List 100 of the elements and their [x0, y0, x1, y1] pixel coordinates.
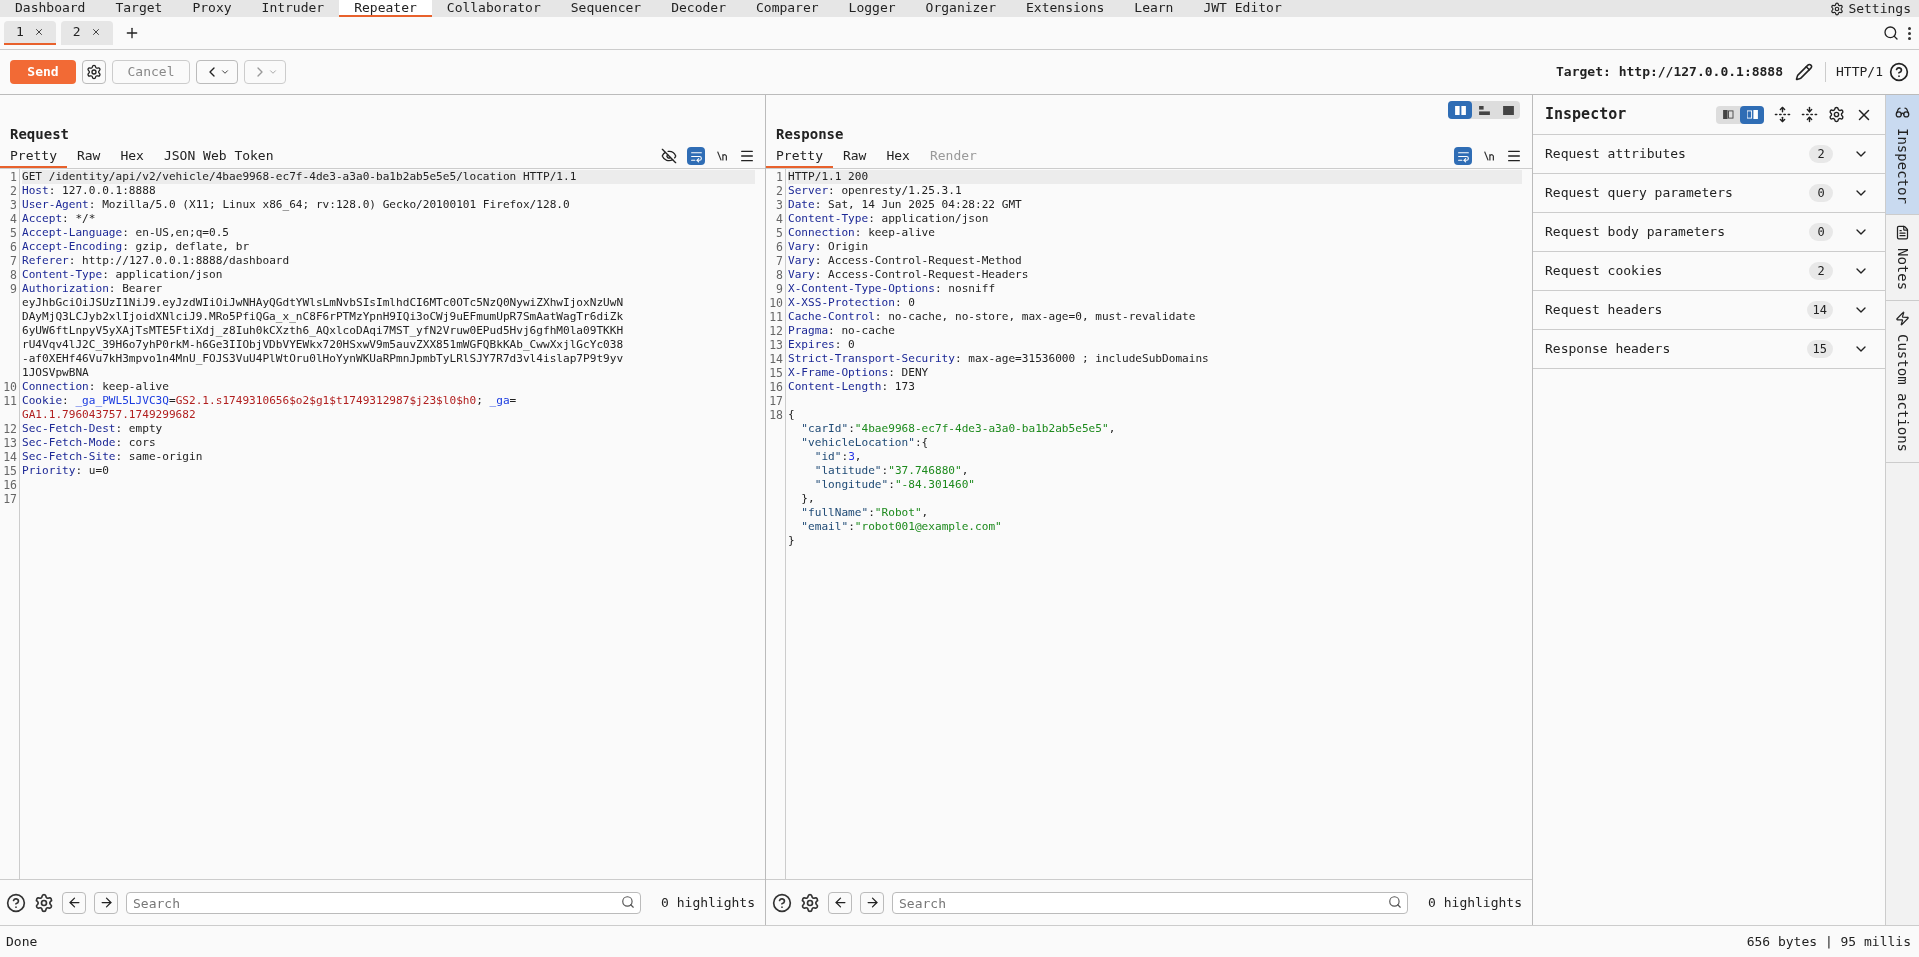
layout-icon	[1478, 105, 1490, 115]
view-tab[interactable]: Raw	[832, 146, 877, 168]
settings-button[interactable]: Settings	[1822, 0, 1919, 17]
settings-icon[interactable]	[800, 892, 820, 913]
cancel-button[interactable]: Cancel	[112, 60, 190, 84]
search-field[interactable]: Search	[126, 892, 641, 914]
view-tab[interactable]: Pretty	[0, 146, 67, 168]
view-tab[interactable]: Raw	[66, 146, 111, 168]
menu-icon[interactable]	[1506, 148, 1522, 164]
help-icon[interactable]	[772, 892, 792, 913]
help-icon[interactable]	[6, 892, 26, 913]
back-button[interactable]	[62, 891, 86, 914]
line-number: 3	[10, 198, 17, 212]
panel-icon	[1722, 110, 1734, 119]
forward-button[interactable]	[860, 891, 884, 914]
close-icon[interactable]	[33, 27, 44, 37]
code-line: "id":3,	[813, 450, 863, 464]
wrap-toggle[interactable]	[1454, 147, 1472, 165]
menu-tab[interactable]: Collaborator	[431, 0, 556, 17]
code-line: Content-Type: application/json	[788, 212, 990, 226]
view-tab[interactable]: JSON Web Token	[153, 146, 284, 168]
line-number: 17	[3, 492, 17, 506]
edit-icon[interactable]	[1795, 63, 1814, 81]
code-line: Accept: */*	[22, 212, 97, 226]
menu-tab[interactable]: Learn	[1119, 0, 1189, 17]
menu-tab[interactable]: Repeater	[339, 0, 432, 17]
code-line: -af0XEHf46Vu7kH3mpvo1n4MnU_FOJS3VuU4PlWtOru0lHoYynWKUaRPmnJpmbTyLRlSJY7R7d3vl4islap7P9t9yv	[22, 352, 625, 366]
menu-icon[interactable]	[739, 148, 755, 164]
back-button[interactable]	[828, 891, 852, 914]
menu-tab[interactable]: Organizer	[910, 0, 1012, 17]
menu-tab[interactable]: Decoder	[656, 0, 741, 17]
view-tab[interactable]: Hex	[110, 146, 154, 168]
search-field[interactable]: Search	[892, 892, 1408, 914]
code-line: Strict-Transport-Security: max-age=31536000 ; includeSubDomains	[788, 352, 1210, 366]
search-icon[interactable]	[1883, 25, 1899, 41]
protocol-label[interactable]: HTTP/1	[1825, 62, 1883, 82]
menu-tab[interactable]: Dashboard	[0, 0, 101, 17]
inspector-section[interactable]: Request query parameters 0	[1533, 174, 1885, 213]
view-tab[interactable]: Pretty	[766, 146, 833, 168]
line-number: 4	[776, 212, 783, 226]
line-number: 13	[3, 436, 17, 450]
caret-icon	[220, 67, 230, 77]
menu-tab[interactable]: Logger	[833, 0, 911, 17]
settings-button[interactable]	[82, 60, 106, 84]
menu-tab[interactable]: Proxy	[177, 0, 247, 17]
line-number: 18	[769, 408, 783, 422]
side-tab-label: Inspector	[1894, 128, 1912, 204]
session-tab[interactable]: 2	[60, 21, 113, 45]
menu-tab[interactable]: Extensions	[1011, 0, 1120, 17]
code-line: Cache-Control: no-cache, no-store, max-age=0, must-revalidate	[788, 310, 1197, 324]
document-icon	[1895, 224, 1910, 240]
menu-tab[interactable]: Sequencer	[555, 0, 657, 17]
glasses-icon	[1895, 105, 1910, 120]
line-number: 6	[776, 240, 783, 254]
code-line: "carId":"4bae9968-ec7f-4de3-a3a0-ba1b2ab5e5e5",	[800, 422, 1117, 436]
code-line: "email":"robot001@example.com"	[800, 520, 1003, 534]
code-line: X-Frame-Options: DENY	[788, 366, 930, 380]
forward-button[interactable]	[94, 891, 118, 914]
line-number: 15	[769, 366, 783, 380]
code-line: Host: 127.0.0.1:8888	[22, 184, 157, 198]
line-number: 8	[776, 268, 783, 282]
code-line: Sec-Fetch-Dest: empty	[22, 422, 164, 436]
code-line: GA1.1.796043757.1749299682	[22, 408, 197, 422]
session-tab[interactable]: 1	[4, 21, 56, 45]
inspector-section[interactable]: Request headers 14	[1533, 291, 1885, 330]
side-tab-label: Notes	[1894, 247, 1912, 290]
settings-icon[interactable]	[1828, 106, 1845, 123]
collapse-icon[interactable]	[1801, 106, 1818, 123]
expand-icon[interactable]	[1774, 106, 1791, 123]
line-number: 7	[776, 254, 783, 268]
code-line: User-Agent: Mozilla/5.0 (X11; Linux x86_64; rv:128.0) Gecko/20100101 Firefox/128.0	[22, 198, 571, 212]
tab-label: 2	[72, 23, 81, 42]
settings-icon[interactable]	[34, 892, 54, 913]
help-icon[interactable]	[1889, 62, 1909, 82]
menu-tab[interactable]: Comparer	[741, 0, 834, 17]
code-line: }	[788, 534, 796, 548]
hide-icon[interactable]	[661, 148, 677, 164]
newline-icon[interactable]	[1482, 149, 1496, 163]
line-number: 2	[10, 184, 17, 198]
code-line: Vary: Access-Control-Request-Method	[788, 254, 1023, 268]
inspector-section[interactable]: Request attributes 2	[1533, 135, 1885, 174]
menu-tab[interactable]: JWT Editor	[1188, 0, 1297, 17]
menu-tab[interactable]: Target	[100, 0, 178, 17]
layout-toggle[interactable]	[1448, 101, 1472, 119]
line-number: 12	[3, 422, 17, 436]
line-number: 12	[769, 324, 783, 338]
close-icon[interactable]	[90, 27, 101, 37]
layout-toggle[interactable]	[1740, 105, 1764, 124]
newline-icon[interactable]	[715, 149, 729, 163]
inspector-section[interactable]: Request cookies 2	[1533, 252, 1885, 291]
side-tab[interactable]: Custom actions	[1886, 301, 1919, 464]
side-tab[interactable]: Notes	[1886, 214, 1919, 301]
inspector-section[interactable]: Response headers 15	[1533, 330, 1885, 369]
view-tab[interactable]: Hex	[876, 146, 920, 168]
wrap-toggle[interactable]	[687, 147, 705, 165]
code-line: Cookie: _ga_PWL5LJVC3Q=GS2.1.s1749310656$o2$g1$t1749312987$j23$l0$h0; _ga=	[22, 394, 518, 408]
inspector-section[interactable]: Request body parameters 0	[1533, 213, 1885, 252]
menu-tab[interactable]: Intruder	[246, 0, 340, 17]
side-tab[interactable]: Inspector	[1886, 95, 1919, 215]
line-number: 5	[776, 226, 783, 240]
